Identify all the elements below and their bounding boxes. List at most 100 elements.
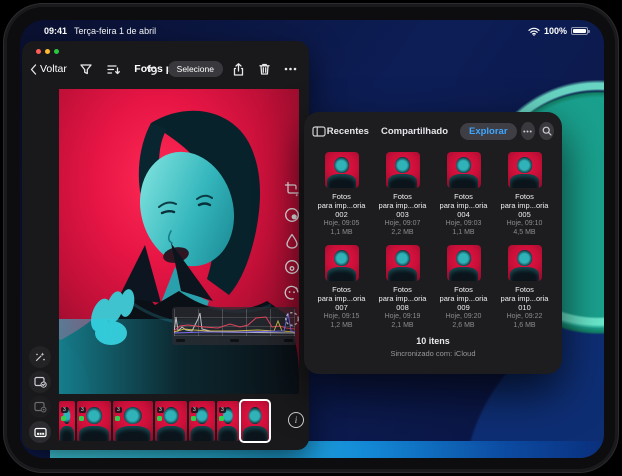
screen: 09:41 Terça-feira 1 de abril 100% Fotos … [20,20,604,458]
funnel-icon [80,64,92,75]
photo-canvas[interactable] [59,89,299,394]
color-adjust-tool[interactable] [283,206,301,224]
status-date: Terça-feira 1 de abril [74,26,156,36]
tab-recentes[interactable]: Recentes [327,126,369,137]
file-item[interactable]: Fotospara imp...oria 005 Hoje, 09:10 4,5… [497,152,552,237]
search-icon [542,126,552,136]
more-button[interactable] [279,59,301,79]
histogram-curves [174,309,295,334]
tab-compartilhado[interactable]: Compartilhado [381,126,448,137]
file-item[interactable]: Fotospara imp...oria 009 Hoje, 09:20 2,6… [436,245,491,330]
clone-tool[interactable] [283,258,301,276]
file-thumbnail[interactable] [386,245,420,281]
filmstrip-thumb[interactable]: 3 [189,401,215,441]
file-item[interactable]: Fotospara imp...oria 007 Hoje, 09:15 1,2… [314,245,369,330]
file-thumbnail[interactable] [508,245,542,281]
window-controls[interactable] [36,49,59,54]
info-icon: i [295,415,298,425]
browser-more-button[interactable] [521,122,536,140]
sort-button[interactable] [103,59,125,79]
save-photo-button[interactable] [29,371,51,393]
file-thumbnail[interactable] [508,152,542,188]
wifi-icon [528,27,540,36]
undo-button[interactable] [142,59,164,79]
photo-gear-icon [34,401,47,413]
close-window-icon[interactable] [36,49,41,54]
file-item[interactable]: Fotospara imp...oria 010 Hoje, 09:22 1,6… [497,245,552,330]
rating-badge: 3 [191,407,198,413]
minimize-window-icon[interactable] [45,49,50,54]
pending-export-button[interactable] [29,396,51,418]
search-button[interactable] [539,122,554,140]
filmstrip-icon [34,427,47,438]
tab-explorar[interactable]: Explorar [460,123,517,140]
canvas-quick-actions [29,346,51,443]
magic-wand-icon [34,351,46,363]
rating-badge: 3 [61,407,68,413]
ipad-device: 09:41 Terça-feira 1 de abril 100% Fotos … [3,3,619,473]
file-thumbnail[interactable] [325,245,359,281]
filmstrip-thumb[interactable]: 3 [217,401,239,441]
editor-toolbar: Fotos para... Voltar [30,57,301,81]
back-label: Voltar [40,63,67,75]
crop-enhance-icon [284,181,300,197]
select-button[interactable]: Selecione [168,61,223,77]
back-button[interactable]: Voltar [30,63,67,75]
filmstrip-toggle-button[interactable] [29,421,51,443]
sync-dot-icon [157,416,162,421]
crop-enhance-tool[interactable] [283,180,301,198]
sort-lines-icon [107,64,120,75]
rating-badge: 3 [219,407,226,413]
ellipsis-icon [523,130,532,133]
browser-footer: 10 itens Sincronizado com: iCloud [304,336,562,358]
info-button[interactable]: i [288,412,304,428]
filmstrip: 3 3 3 3 3 3 [59,400,269,442]
status-bar: 09:41 Terça-feira 1 de abril 100% [20,23,604,39]
battery-icon [571,27,588,35]
filmstrip-thumb[interactable]: 3 [77,401,111,441]
file-thumbnail[interactable] [325,152,359,188]
share-button[interactable] [227,59,249,79]
retouch-tool[interactable] [283,284,301,302]
rating-badge: 3 [157,407,164,413]
filmstrip-thumb[interactable]: 3 [59,401,75,441]
filmstrip-thumb-selected[interactable] [241,401,269,441]
sidebar-icon [312,126,326,137]
histogram-panel [172,307,297,345]
filmstrip-thumb[interactable]: 3 [155,401,187,441]
sync-dot-icon [79,416,84,421]
sync-dot-icon [115,416,120,421]
sync-dot-icon [219,416,224,421]
file-item[interactable]: Fotospara imp...oria 002 Hoje, 09:05 1,1… [314,152,369,237]
sidebar-toggle-button[interactable] [312,121,327,141]
zoom-window-icon[interactable] [54,49,59,54]
file-thumbnail[interactable] [447,245,481,281]
file-item[interactable]: Fotospara imp...oria 003 Hoje, 09:07 2,2… [375,152,430,237]
delete-button[interactable] [253,59,275,79]
filmstrip-thumb[interactable]: 3 [113,401,153,441]
chevron-left-icon [30,64,37,75]
selection-icon [284,311,300,327]
histogram-ticks [176,339,293,343]
photo-check-icon [34,376,47,388]
trash-icon [259,63,270,75]
repair-icon [284,233,300,249]
share-icon [233,63,244,76]
filter-button[interactable] [75,59,97,79]
color-adjust-icon [284,207,300,223]
selection-tool[interactable] [283,310,301,328]
file-thumbnail[interactable] [386,152,420,188]
file-item[interactable]: Fotospara imp...oria 004 Hoje, 09:03 1,1… [436,152,491,237]
undo-icon [146,64,159,75]
photo-editor-window: Fotos para... Voltar [22,41,309,450]
clone-icon [284,259,300,275]
repair-tool[interactable] [283,232,301,250]
file-item[interactable]: Fotospara imp...oria 008 Hoje, 09:19 2,1… [375,245,430,330]
retouch-icon [284,285,300,301]
ellipsis-icon [284,67,297,71]
item-count: 10 itens [304,336,562,346]
sync-dot-icon [61,416,66,421]
file-thumbnail[interactable] [447,152,481,188]
edit-tools-column [283,180,301,328]
auto-enhance-button[interactable] [29,346,51,368]
